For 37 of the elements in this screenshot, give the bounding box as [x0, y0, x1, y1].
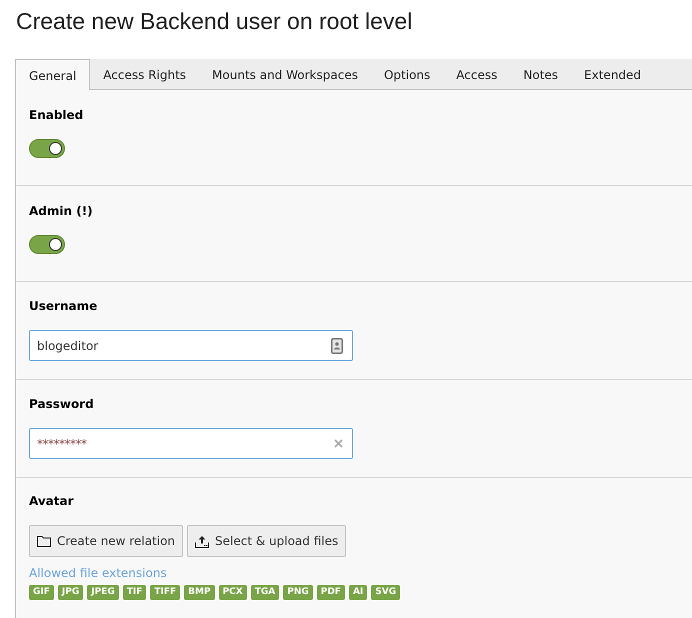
- file-extension-badge: GIF: [29, 585, 54, 600]
- create-relation-button[interactable]: Create new relation: [29, 525, 184, 557]
- tab[interactable]: Options: [370, 59, 444, 90]
- field-label: Admin (!): [29, 204, 94, 219]
- tab[interactable]: General: [15, 59, 90, 91]
- upload-icon: [195, 534, 210, 548]
- field-label: Avatar: [29, 494, 75, 509]
- file-extension-badge: JPEG: [87, 585, 119, 600]
- file-extension-badge: AI: [348, 585, 368, 600]
- file-extension-badge: JPG: [58, 585, 84, 600]
- tab[interactable]: Access: [443, 59, 510, 90]
- file-extension-badge: TIF: [122, 585, 146, 600]
- file-extension-badge: PCX: [218, 585, 247, 600]
- upload-button[interactable]: Select & upload files: [187, 525, 346, 557]
- file-extension-badge: PDF: [316, 585, 345, 600]
- file-extension-badge: BMP: [184, 585, 215, 600]
- field-label: Enabled: [29, 108, 84, 123]
- field-label: Password: [29, 397, 95, 412]
- file-extension-badge: SVG: [371, 585, 400, 600]
- username-value: blogeditor: [37, 338, 98, 354]
- allowed-extensions-label: Allowed file extensions: [29, 566, 168, 581]
- password-value: *********: [37, 436, 86, 452]
- field-label: Username: [29, 299, 98, 314]
- file-extension-badge: PNG: [283, 585, 313, 600]
- username-field[interactable]: blogeditor: [29, 330, 353, 361]
- tab[interactable]: Notes: [510, 59, 572, 90]
- toggle-switch[interactable]: [29, 139, 65, 158]
- contact-card-icon: [331, 338, 343, 354]
- page-title: Create new Backend user on root level: [15, 7, 414, 36]
- file-extension-badge: TGA: [250, 585, 280, 600]
- toggle-switch[interactable]: [29, 235, 65, 254]
- tab[interactable]: Mounts and Workspaces: [199, 59, 371, 90]
- tab[interactable]: Extended: [571, 59, 654, 90]
- folder-icon: [37, 535, 51, 547]
- password-field[interactable]: *********: [29, 428, 353, 459]
- tab[interactable]: Access Rights: [90, 59, 200, 90]
- file-extension-badge: TIFF: [150, 585, 180, 600]
